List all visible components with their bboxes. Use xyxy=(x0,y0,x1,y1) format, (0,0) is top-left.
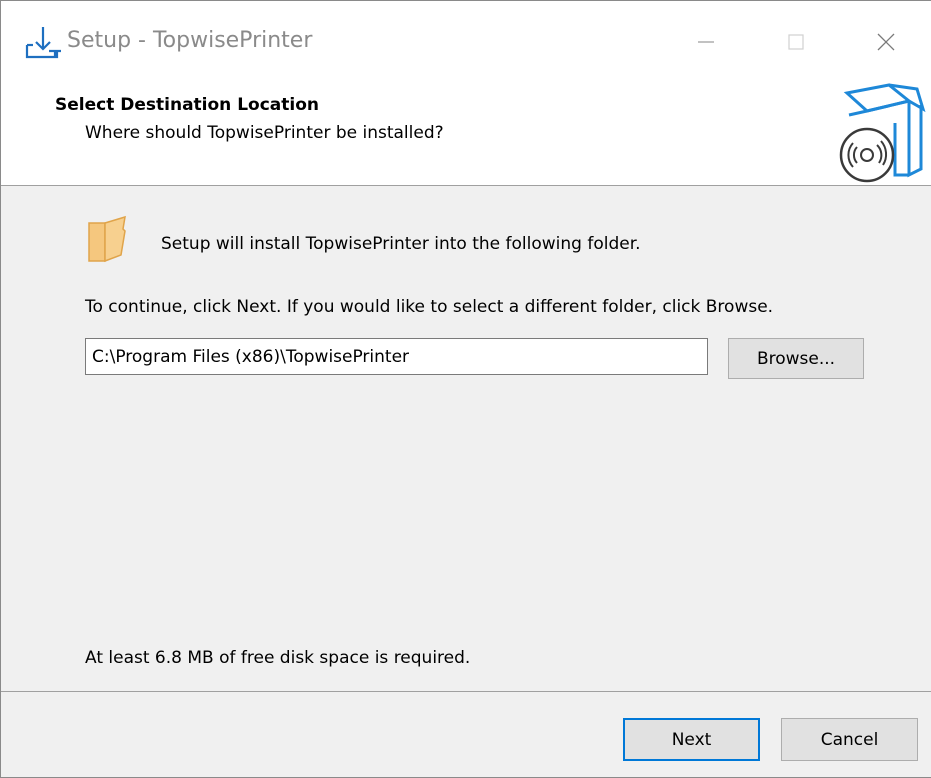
destination-path-input[interactable] xyxy=(85,338,708,375)
browse-button[interactable]: Browse... xyxy=(728,338,864,379)
close-button[interactable] xyxy=(861,19,911,65)
close-icon xyxy=(877,33,895,51)
window-title: Setup - TopwisePrinter xyxy=(67,28,313,53)
maximize-button[interactable] xyxy=(771,19,821,65)
footer-divider xyxy=(1,691,931,692)
disk-space-requirement: At least 6.8 MB of free disk space is re… xyxy=(85,648,471,668)
next-button[interactable]: Next xyxy=(623,718,760,761)
install-description: Setup will install TopwisePrinter into t… xyxy=(161,234,641,254)
wizard-header: Select Destination Location Where should… xyxy=(1,83,931,186)
setup-window: Setup - TopwisePrinter Select Destinatio… xyxy=(0,0,931,778)
minimize-icon xyxy=(698,41,714,43)
page-subtitle: Where should TopwisePrinter be installed… xyxy=(85,123,444,143)
folder-icon xyxy=(88,215,126,263)
minimize-button[interactable] xyxy=(681,19,731,65)
software-box-disc-icon xyxy=(839,83,926,183)
continue-instructions: To continue, click Next. If you would li… xyxy=(85,297,774,317)
install-arrow-icon xyxy=(25,27,61,59)
title-bar[interactable]: Setup - TopwisePrinter xyxy=(1,1,931,83)
cancel-button[interactable]: Cancel xyxy=(781,718,918,761)
page-title: Select Destination Location xyxy=(55,95,319,115)
maximize-icon xyxy=(788,34,804,50)
